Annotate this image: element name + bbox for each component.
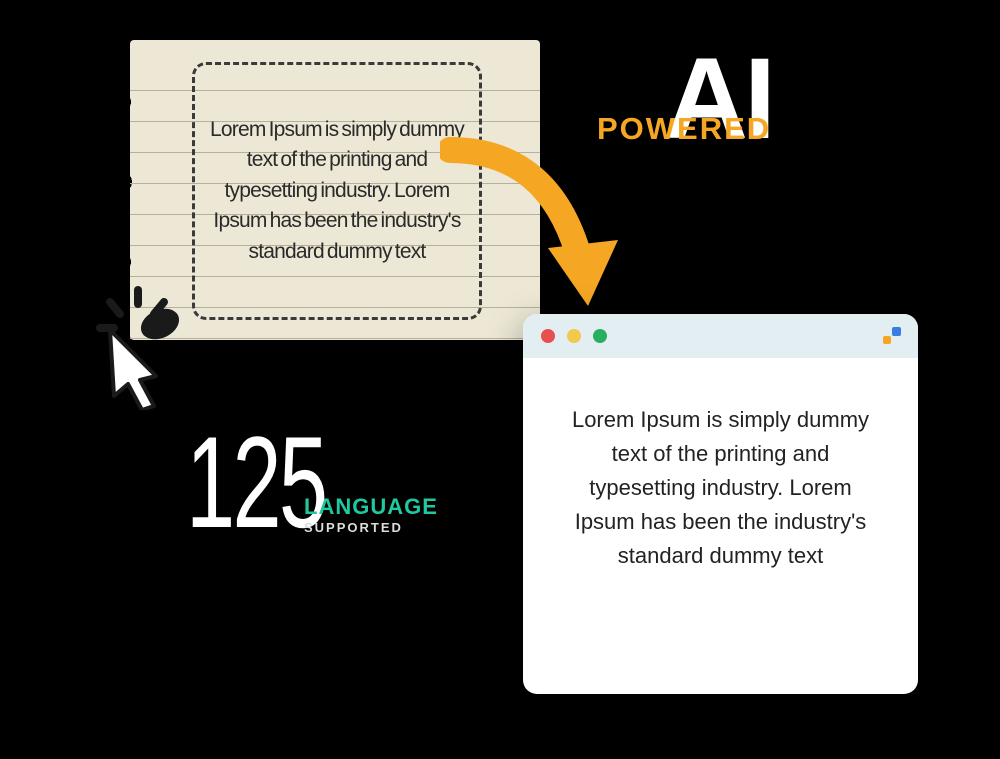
- browser-content: Lorem Ipsum is simply dummy text of the …: [523, 358, 918, 618]
- browser-window: Lorem Ipsum is simply dummy text of the …: [523, 314, 918, 694]
- minimize-icon[interactable]: [567, 329, 581, 343]
- close-icon[interactable]: [541, 329, 555, 343]
- browser-titlebar: [523, 314, 918, 358]
- text-selection-box[interactable]: Lorem Ipsum is simply dummy text of the …: [192, 62, 482, 320]
- app-logo-icon: [882, 326, 902, 346]
- window-controls: [541, 329, 607, 343]
- cursor-click-icon: [82, 280, 212, 410]
- maximize-icon[interactable]: [593, 329, 607, 343]
- arrow-icon: [440, 130, 630, 330]
- powered-label: POWERED: [597, 111, 771, 147]
- handwritten-text: Lorem Ipsum is simply dummy text of the …: [209, 115, 465, 267]
- stat-label: LANGUAGE: [304, 494, 438, 520]
- stat-sublabel: SUPPORTED: [304, 520, 403, 535]
